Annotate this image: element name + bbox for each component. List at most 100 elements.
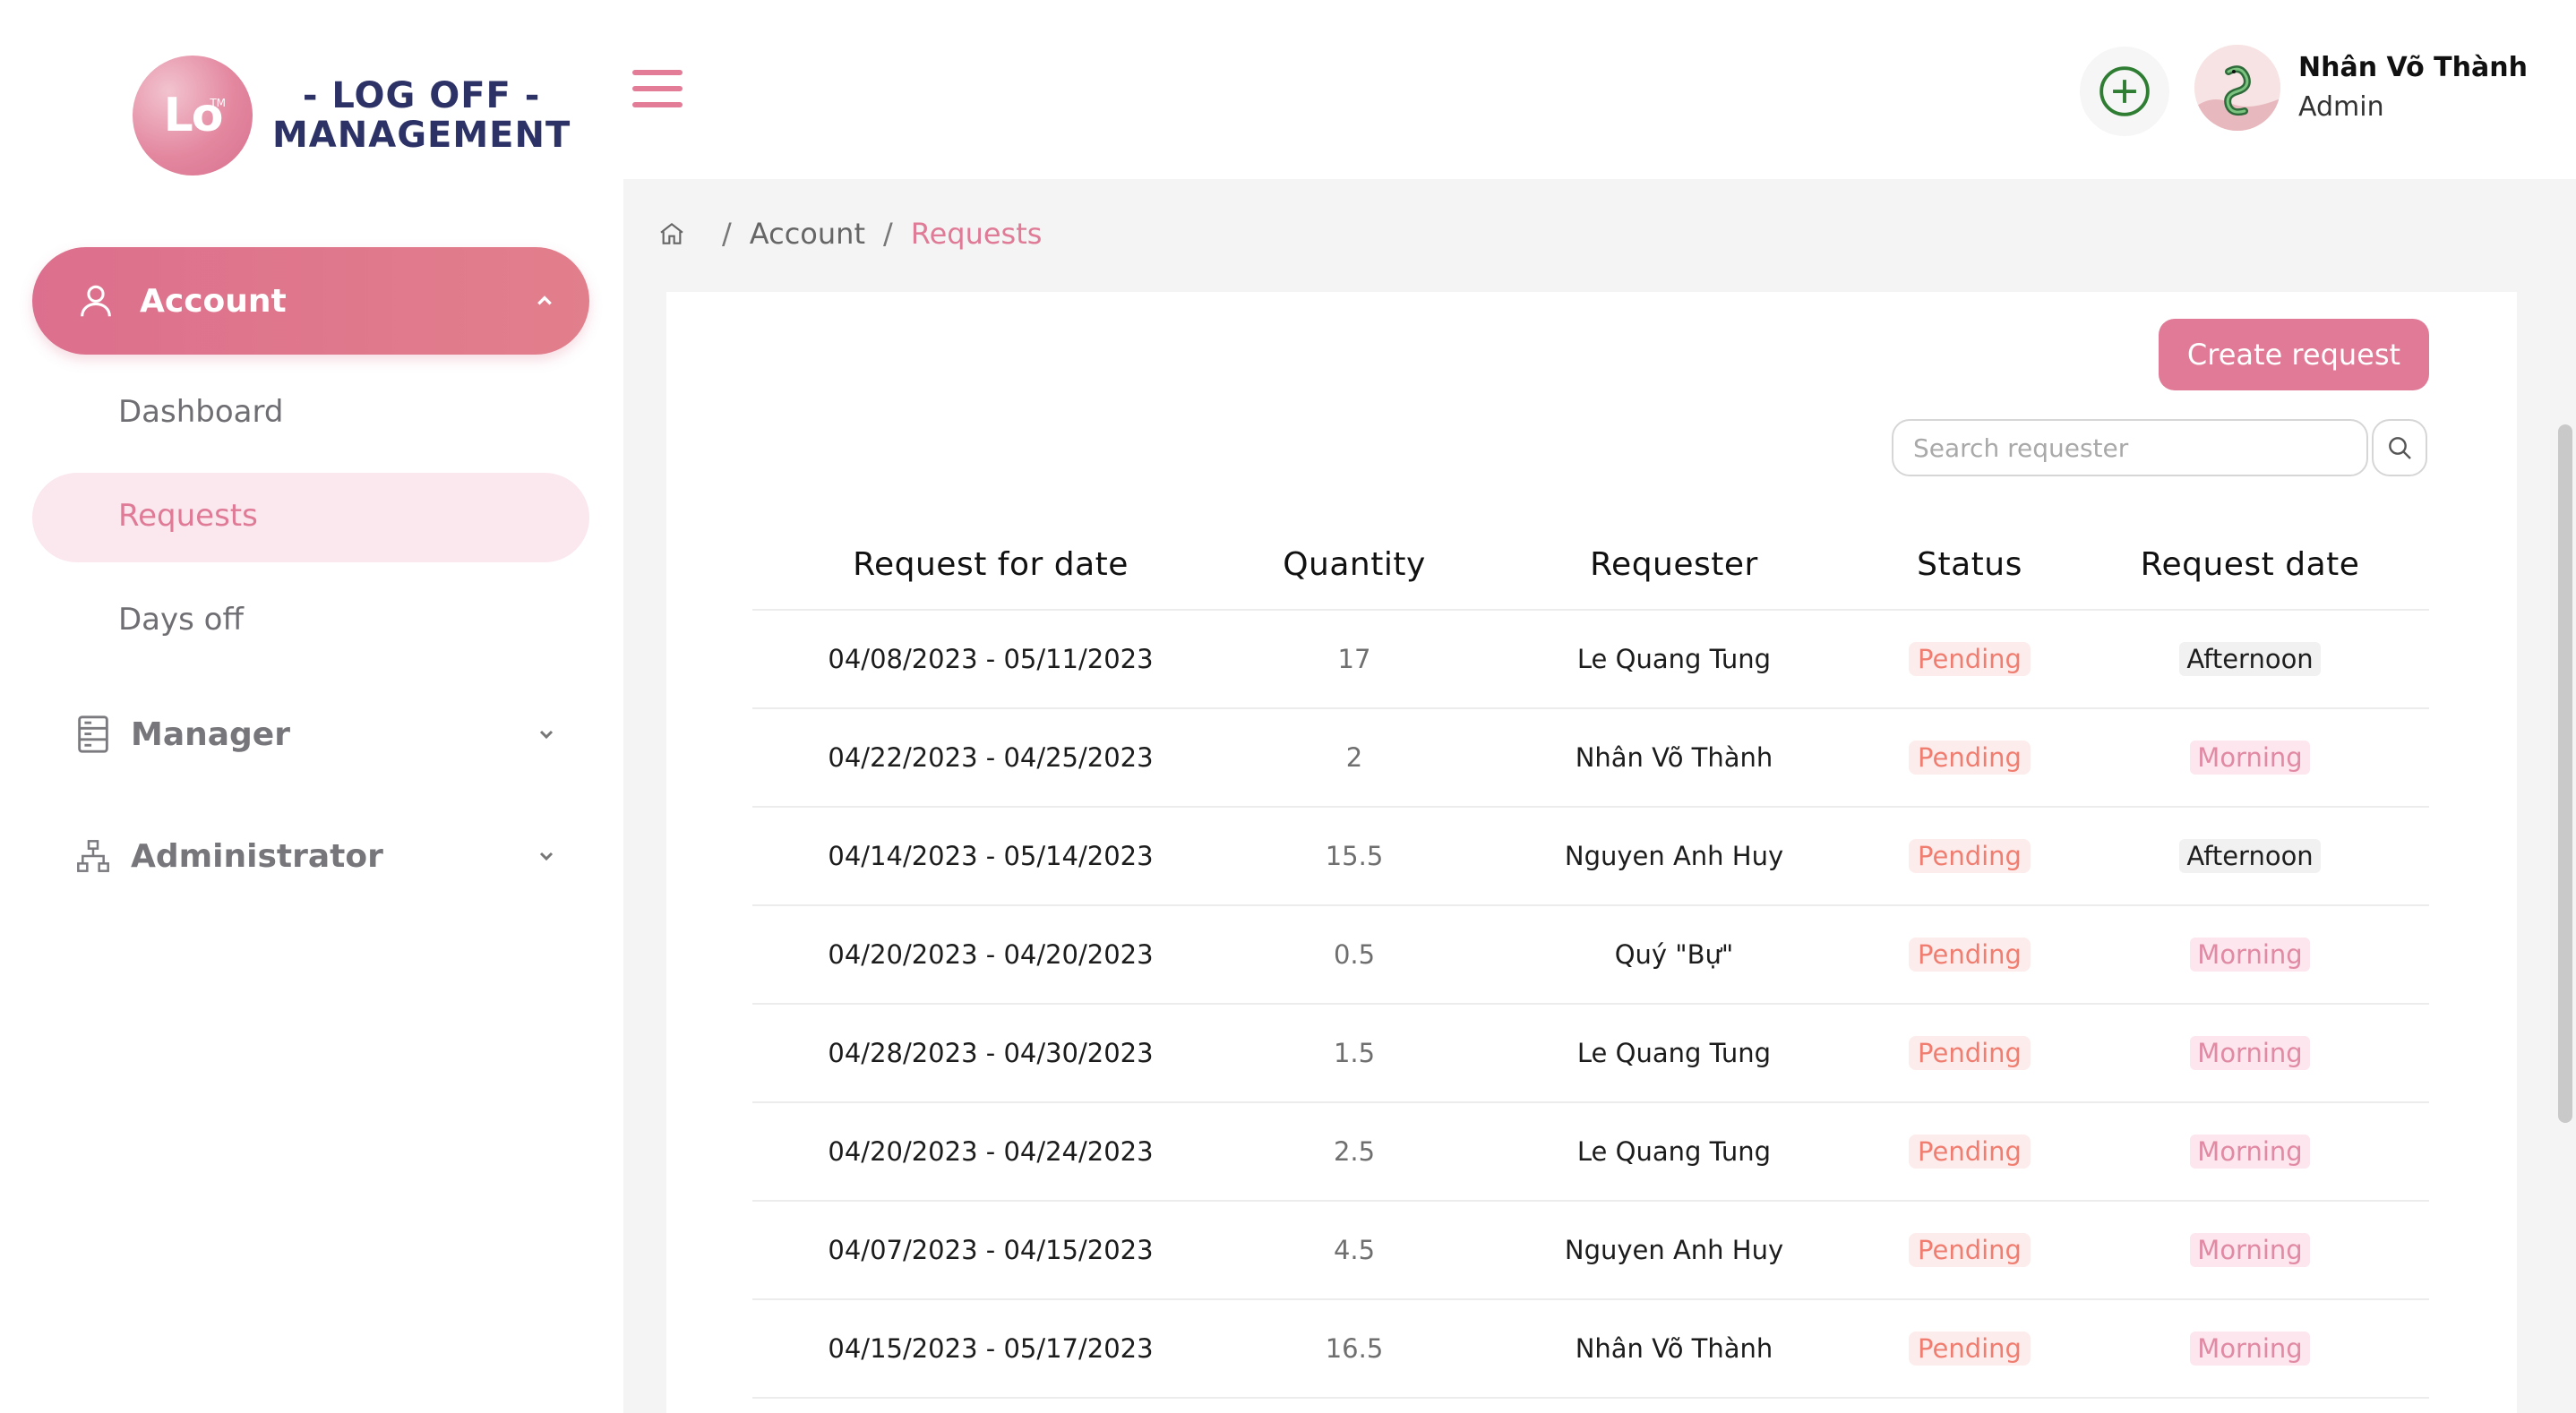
chevron-down-icon (539, 852, 554, 861)
cell-requester: Nhân Võ Thành (1575, 1333, 1773, 1364)
table-row[interactable]: 04/28/2023 - 04/30/2023 1.5 Le Quang Tung P… (752, 1005, 2429, 1103)
cell-request-date: Morning (2071, 1135, 2429, 1169)
logo-mark: Lo TM (133, 56, 253, 176)
nav-manager[interactable]: Manager (75, 707, 589, 761)
table-row[interactable]: 04/15/2023 - 05/17/2023 16.5 Nhân Võ Thành… (752, 1300, 2429, 1399)
logo-tm: TM (210, 97, 226, 109)
sidebar: Lo TM - LOG OFF - MANAGEMENT Account Das… (0, 0, 623, 1413)
status-badge: Pending (1909, 1233, 2031, 1267)
cell-quantity: 15.5 (1325, 841, 1384, 871)
sidebar-item-days-off[interactable]: Days off (118, 602, 244, 638)
chevron-up-icon (537, 295, 552, 305)
sidebar-item-requests-label: Requests (118, 498, 258, 534)
status-badge: Pending (1909, 839, 2031, 873)
server-icon (78, 715, 108, 753)
requests-table: Request for date Quantity Requester Stat… (752, 519, 2429, 1399)
search-icon (2389, 437, 2411, 459)
cell-request-for-date: 04/15/2023 - 05/17/2023 (828, 1333, 1154, 1364)
cell-request-date: Afternoon (2071, 642, 2429, 676)
nav-administrator[interactable]: Administrator (75, 829, 589, 883)
cell-request-date: Morning (2071, 1332, 2429, 1366)
cell-request-date: Morning (2071, 1036, 2429, 1070)
column-header-request-for-date[interactable]: Request for date (752, 546, 1229, 583)
cell-status: Pending (1868, 1233, 2071, 1267)
user-name: Nhân Võ Thành (2298, 52, 2528, 83)
status-badge: Pending (1909, 1332, 2031, 1366)
cell-requester: Nhân Võ Thành (1575, 742, 1773, 773)
nav-manager-label: Manager (131, 715, 290, 753)
logo-line-2: MANAGEMENT (272, 115, 571, 156)
table-row[interactable]: 04/07/2023 - 04/15/2023 4.5 Nguyen Anh Huy… (752, 1202, 2429, 1300)
status-badge: Pending (1909, 741, 2031, 775)
hamburger-icon[interactable] (632, 70, 683, 109)
create-request-button[interactable]: Create request (2159, 319, 2429, 390)
period-badge: Morning (2190, 741, 2310, 775)
breadcrumb-account[interactable]: Account (750, 217, 865, 251)
cell-quantity: 17 (1337, 644, 1371, 674)
cell-requester: Quý "Bự" (1614, 939, 1734, 970)
home-icon[interactable] (657, 219, 686, 248)
cell-quantity: 1.5 (1333, 1038, 1376, 1068)
cell-quantity: 4.5 (1333, 1235, 1376, 1265)
cell-request-for-date: 04/08/2023 - 05/11/2023 (828, 644, 1154, 674)
status-badge: Pending (1909, 938, 2031, 972)
cell-request-date: Morning (2071, 938, 2429, 972)
cell-quantity: 2 (1345, 742, 1363, 773)
logo-wordmark: - LOG OFF - MANAGEMENT (272, 76, 571, 155)
cell-request-for-date: 04/07/2023 - 04/15/2023 (828, 1235, 1154, 1265)
cell-status: Pending (1868, 1036, 2071, 1070)
add-button[interactable] (2080, 47, 2169, 136)
snake-avatar-icon (2194, 45, 2280, 131)
column-header-request-date[interactable]: Request date (2071, 546, 2429, 583)
period-badge: Afternoon (2179, 642, 2321, 676)
column-header-status[interactable]: Status (1868, 546, 2071, 583)
org-chart-icon (77, 840, 109, 872)
avatar[interactable] (2194, 45, 2280, 131)
status-badge: Pending (1909, 1135, 2031, 1169)
nav-account[interactable]: Account (32, 247, 589, 355)
scrollbar[interactable] (2558, 424, 2572, 1123)
period-badge: Afternoon (2179, 839, 2321, 873)
sidebar-item-dashboard[interactable]: Dashboard (118, 394, 283, 430)
cell-requester: Nguyen Anh Huy (1564, 841, 1784, 871)
search-button[interactable] (2372, 419, 2427, 476)
period-badge: Morning (2190, 1233, 2310, 1267)
nav-administrator-label: Administrator (131, 837, 383, 875)
cell-request-for-date: 04/22/2023 - 04/25/2023 (828, 742, 1154, 773)
cell-quantity: 16.5 (1325, 1333, 1384, 1364)
cell-request-date: Morning (2071, 741, 2429, 775)
table-row[interactable]: 04/14/2023 - 05/14/2023 15.5 Nguyen Anh Hu… (752, 808, 2429, 906)
breadcrumb: / Account / Requests (657, 217, 1042, 251)
table-row[interactable]: 04/20/2023 - 04/20/2023 0.5 Quý "Bự" Pendin… (752, 906, 2429, 1005)
nav-account-label: Account (140, 282, 287, 320)
cell-requester: Le Quang Tung (1576, 1038, 1772, 1068)
search-requester-input[interactable] (1892, 419, 2368, 476)
column-header-quantity[interactable]: Quantity (1229, 546, 1480, 583)
period-badge: Morning (2190, 938, 2310, 972)
table-row[interactable]: 04/20/2023 - 04/24/2023 2.5 Le Quang Tung P… (752, 1103, 2429, 1202)
table-header: Request for date Quantity Requester Stat… (752, 519, 2429, 611)
sidebar-item-requests[interactable]: Requests (32, 473, 589, 562)
cell-quantity: 0.5 (1333, 939, 1376, 970)
cell-request-date: Morning (2071, 1233, 2429, 1267)
cell-request-date: Afternoon (2071, 839, 2429, 873)
period-badge: Morning (2190, 1135, 2310, 1169)
cell-status: Pending (1868, 839, 2071, 873)
cell-requester: Le Quang Tung (1576, 1136, 1772, 1167)
plus-circle-icon (2099, 66, 2150, 116)
table-row[interactable]: 04/22/2023 - 04/25/2023 2 Nhân Võ Thành Pen… (752, 709, 2429, 808)
app-logo[interactable]: Lo TM - LOG OFF - MANAGEMENT (133, 56, 571, 176)
period-badge: Morning (2190, 1036, 2310, 1070)
cell-status: Pending (1868, 1135, 2071, 1169)
cell-requester: Le Quang Tung (1576, 644, 1772, 674)
cell-status: Pending (1868, 1332, 2071, 1366)
table-body: 04/08/2023 - 05/11/2023 17 Le Quang Tung Pe… (752, 611, 2429, 1399)
cell-status: Pending (1868, 741, 2071, 775)
user-icon (81, 285, 111, 317)
status-badge: Pending (1909, 642, 2031, 676)
cell-request-for-date: 04/20/2023 - 04/24/2023 (828, 1136, 1154, 1167)
column-header-requester[interactable]: Requester (1480, 546, 1868, 583)
breadcrumb-separator: / (882, 217, 893, 251)
status-badge: Pending (1909, 1036, 2031, 1070)
table-row[interactable]: 04/08/2023 - 05/11/2023 17 Le Quang Tung Pe… (752, 611, 2429, 709)
